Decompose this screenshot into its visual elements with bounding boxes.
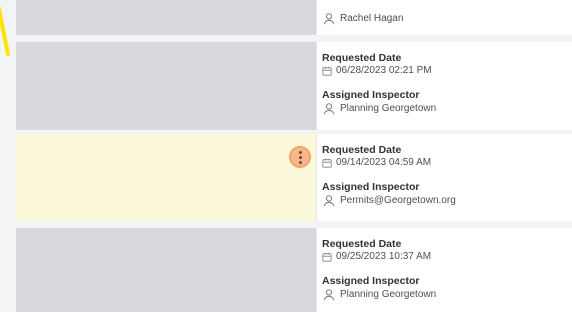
inspection-row-highlighted[interactable]: Requested Date 09/14/2023 04:59 AM Assig… bbox=[16, 134, 572, 221]
person-icon bbox=[323, 195, 335, 207]
more-vertical-icon bbox=[298, 150, 302, 164]
requested-date-value: 06/28/2023 02:21 PM bbox=[322, 65, 572, 77]
assigned-inspector-label: Assigned Inspector bbox=[322, 89, 420, 101]
row-detail-panel: Requested Date 09/25/2023 10:37 AM Assig… bbox=[316, 228, 572, 312]
requested-date-label: Requested Date bbox=[322, 144, 402, 156]
assigned-inspector-value: Permits@Georgetown.org bbox=[322, 194, 572, 208]
assigned-inspector-label: Assigned Inspector bbox=[322, 181, 420, 193]
row-summary-area[interactable] bbox=[16, 0, 316, 35]
assigned-inspector-label: Assigned Inspector bbox=[322, 275, 420, 287]
calendar-icon bbox=[322, 252, 332, 262]
person-icon bbox=[323, 103, 335, 115]
person-icon bbox=[323, 289, 335, 301]
requested-date-value: 09/25/2023 10:37 AM bbox=[322, 251, 572, 263]
requested-date-label: Requested Date bbox=[322, 52, 402, 64]
row-summary-area[interactable] bbox=[16, 228, 316, 312]
more-actions-button[interactable] bbox=[289, 146, 311, 168]
row-summary-area[interactable] bbox=[16, 42, 316, 130]
row-detail-panel: Requested Date 06/28/2023 02:21 PM Assig… bbox=[316, 42, 572, 130]
calendar-icon bbox=[322, 158, 332, 168]
requested-date-text: 09/25/2023 10:37 AM bbox=[336, 251, 432, 262]
assigned-inspector-text: Rachel Hagan bbox=[340, 13, 404, 24]
requested-date-text: 09/14/2023 04:59 AM bbox=[336, 157, 432, 168]
inspection-row-partial[interactable]: Rachel Hagan bbox=[16, 0, 572, 35]
requested-date-text: 06/28/2023 02:21 PM bbox=[336, 65, 432, 76]
row-detail-panel: Rachel Hagan bbox=[316, 0, 572, 35]
inspection-list-viewport: Rachel Hagan Requested Date 06/28/2023 0… bbox=[0, 0, 572, 312]
inspection-row[interactable]: Requested Date 06/28/2023 02:21 PM Assig… bbox=[16, 42, 572, 130]
row-summary-area[interactable] bbox=[16, 134, 316, 221]
assigned-inspector-text: Planning Georgetown bbox=[340, 103, 437, 114]
assigned-inspector-value: Rachel Hagan bbox=[322, 12, 572, 26]
inspection-row[interactable]: Requested Date 09/25/2023 10:37 AM Assig… bbox=[16, 228, 572, 312]
assigned-inspector-text: Permits@Georgetown.org bbox=[340, 195, 456, 206]
assigned-inspector-value: Planning Georgetown bbox=[322, 288, 572, 302]
requested-date-label: Requested Date bbox=[322, 238, 402, 250]
requested-date-value: 09/14/2023 04:59 AM bbox=[322, 157, 572, 169]
assigned-inspector-text: Planning Georgetown bbox=[340, 289, 437, 300]
annotation-stroke bbox=[0, 4, 10, 56]
row-detail-panel: Requested Date 09/14/2023 04:59 AM Assig… bbox=[316, 134, 572, 221]
assigned-inspector-value: Planning Georgetown bbox=[322, 102, 572, 116]
person-icon bbox=[323, 13, 335, 25]
calendar-icon bbox=[322, 66, 332, 76]
